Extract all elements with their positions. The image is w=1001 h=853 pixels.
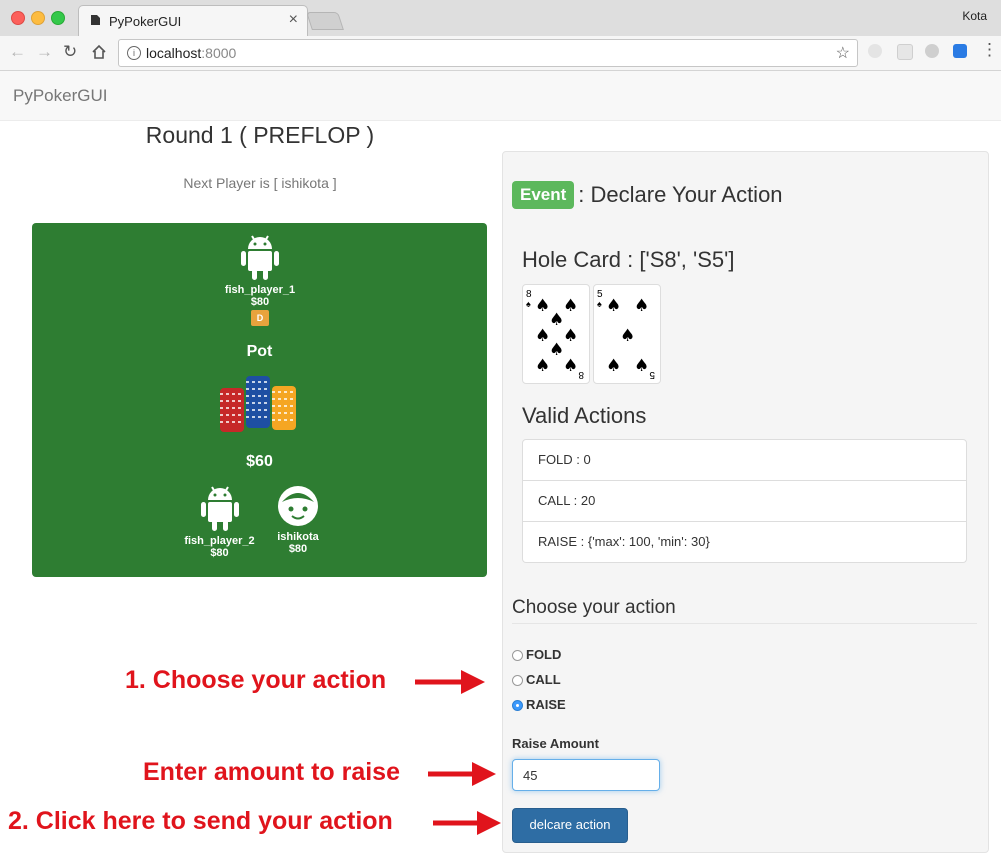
home-icon[interactable] (91, 44, 107, 60)
svg-text:♠: ♠ (634, 356, 649, 376)
svg-text:8: 8 (578, 369, 584, 380)
player-name: ishikota (277, 531, 319, 543)
radio-label[interactable]: FOLD (526, 647, 561, 662)
new-tab-button[interactable] (306, 12, 344, 30)
player-stack: $80 (250, 296, 270, 308)
svg-text:♠: ♠ (606, 356, 621, 376)
minimize-window-button[interactable] (31, 11, 45, 25)
svg-text:♠: ♠ (563, 356, 578, 376)
radio-fold[interactable]: FOLD (512, 647, 561, 662)
svg-text:♠: ♠ (563, 326, 578, 346)
back-arrow-icon[interactable]: ← (9, 42, 26, 62)
svg-text:♠: ♠ (526, 299, 531, 309)
extension-icon[interactable] (953, 44, 967, 58)
address-bar[interactable]: i localhost:8000 ☆ (118, 39, 858, 67)
radio-button[interactable] (512, 675, 523, 686)
svg-text:♠: ♠ (535, 296, 550, 316)
annotation-step1: 1. Choose your action (125, 666, 387, 694)
red-arrow-icon (433, 811, 501, 835)
player-stack: $80 (288, 543, 308, 555)
close-window-button[interactable] (11, 11, 25, 25)
red-arrow-icon (428, 762, 496, 786)
hole-card-title: Hole Card : ['S8', 'S5'] (522, 247, 735, 272)
playing-card-s5: 5 ♠ ♠ ♠ ♠ ♠ ♠ 5 (593, 284, 661, 384)
dealer-badge: D (251, 310, 269, 326)
extension-icon[interactable] (925, 44, 939, 58)
raise-amount-input[interactable] (512, 759, 660, 791)
reload-icon[interactable]: ↻ (63, 42, 77, 62)
event-badge: Event (512, 181, 575, 209)
player-name: fish_player_2 (184, 535, 255, 547)
poker-table: fish_player_1 $80 D Pot $60 fish_player_… (32, 223, 487, 577)
svg-text:♠: ♠ (535, 356, 550, 376)
player-name: fish_player_1 (224, 284, 296, 296)
player-seat: fish_player_1 $80 D (210, 231, 310, 326)
list-item: CALL : 20 (522, 481, 967, 522)
extension-icon[interactable] (897, 44, 913, 60)
player-seat: fish_player_2 $80 (172, 482, 267, 559)
spade-card-image: 5 ♠ ♠ ♠ ♠ ♠ ♠ 5 (597, 289, 655, 380)
face-icon (278, 486, 318, 526)
svg-text:♠: ♠ (620, 326, 635, 346)
spade-card-image: 8 ♠ ♠ ♠ ♠ ♠ ♠ ♠ ♠ ♠ 8 (526, 289, 584, 380)
round-title: Round 1 ( PREFLOP ) (145, 122, 375, 148)
browser-toolbar: ← → ↻ i localhost:8000 ☆ (0, 36, 1001, 71)
svg-text:♠: ♠ (606, 296, 621, 316)
brand-link[interactable]: PyPokerGUI (13, 86, 107, 106)
annotation-step2: 2. Click here to send your action (8, 807, 393, 835)
extension-icon[interactable] (868, 44, 882, 58)
radio-label[interactable]: RAISE (526, 697, 566, 712)
radio-button[interactable] (512, 650, 523, 661)
red-arrow-icon (415, 670, 485, 694)
bookmark-star-icon[interactable]: ☆ (836, 43, 850, 63)
svg-text:♠: ♠ (549, 340, 564, 360)
forward-arrow-icon[interactable]: → (36, 42, 53, 62)
list-item: RAISE : {'max': 100, 'min': 30} (522, 522, 967, 563)
next-player-text: Next Player is [ ishikota ] (183, 175, 337, 191)
declare-action-button[interactable]: delcare action (512, 808, 628, 843)
zoom-window-button[interactable] (51, 11, 65, 25)
poker-chips-icon (220, 376, 296, 432)
url-host: localhost (146, 45, 202, 61)
browser-tab[interactable]: PyPokerGUI × (78, 5, 308, 37)
svg-text:5: 5 (649, 369, 655, 380)
svg-text:♠: ♠ (634, 296, 649, 316)
svg-text:♠: ♠ (597, 299, 602, 309)
choose-action-title: Choose your action (512, 597, 977, 624)
raise-amount-label: Raise Amount (512, 736, 599, 751)
tab-title: PyPokerGUI (109, 14, 182, 29)
player-stack: $80 (210, 547, 229, 559)
info-icon[interactable]: i (127, 46, 141, 60)
list-item: FOLD : 0 (522, 439, 967, 481)
radio-label[interactable]: CALL (526, 672, 561, 687)
app-navbar: PyPokerGUI (0, 71, 1001, 121)
playing-card-s8: 8 ♠ ♠ ♠ ♠ ♠ ♠ ♠ ♠ ♠ 8 (522, 284, 590, 384)
annotation-enter-amount: Enter amount to raise (143, 758, 400, 786)
radio-raise[interactable]: RAISE (512, 697, 566, 712)
profile-name[interactable]: Kota (962, 9, 987, 23)
valid-actions-title: Valid Actions (522, 403, 647, 428)
browser-titlebar: PyPokerGUI × Kota (0, 0, 1001, 37)
url-port: :8000 (201, 45, 237, 61)
android-icon (200, 486, 239, 531)
event-title: : Declare Your Action (578, 182, 783, 207)
pot-amount: $60 (246, 453, 273, 470)
svg-text:♠: ♠ (535, 326, 550, 346)
radio-call[interactable]: CALL (512, 672, 561, 687)
android-icon (241, 235, 279, 280)
svg-text:♠: ♠ (563, 296, 578, 316)
valid-actions-list: FOLD : 0 CALL : 20 RAISE : {'max': 100, … (522, 439, 967, 563)
tab-close-icon[interactable]: × (289, 11, 298, 29)
pot-label: Pot (246, 343, 273, 360)
page-icon (91, 15, 100, 25)
player-seat: ishikota $80 (268, 484, 328, 555)
event-header: Event: Declare Your Action (512, 181, 783, 209)
svg-text:♠: ♠ (549, 310, 564, 330)
menu-dots-icon[interactable]: ⋮ (981, 40, 998, 60)
radio-button[interactable] (512, 700, 523, 711)
